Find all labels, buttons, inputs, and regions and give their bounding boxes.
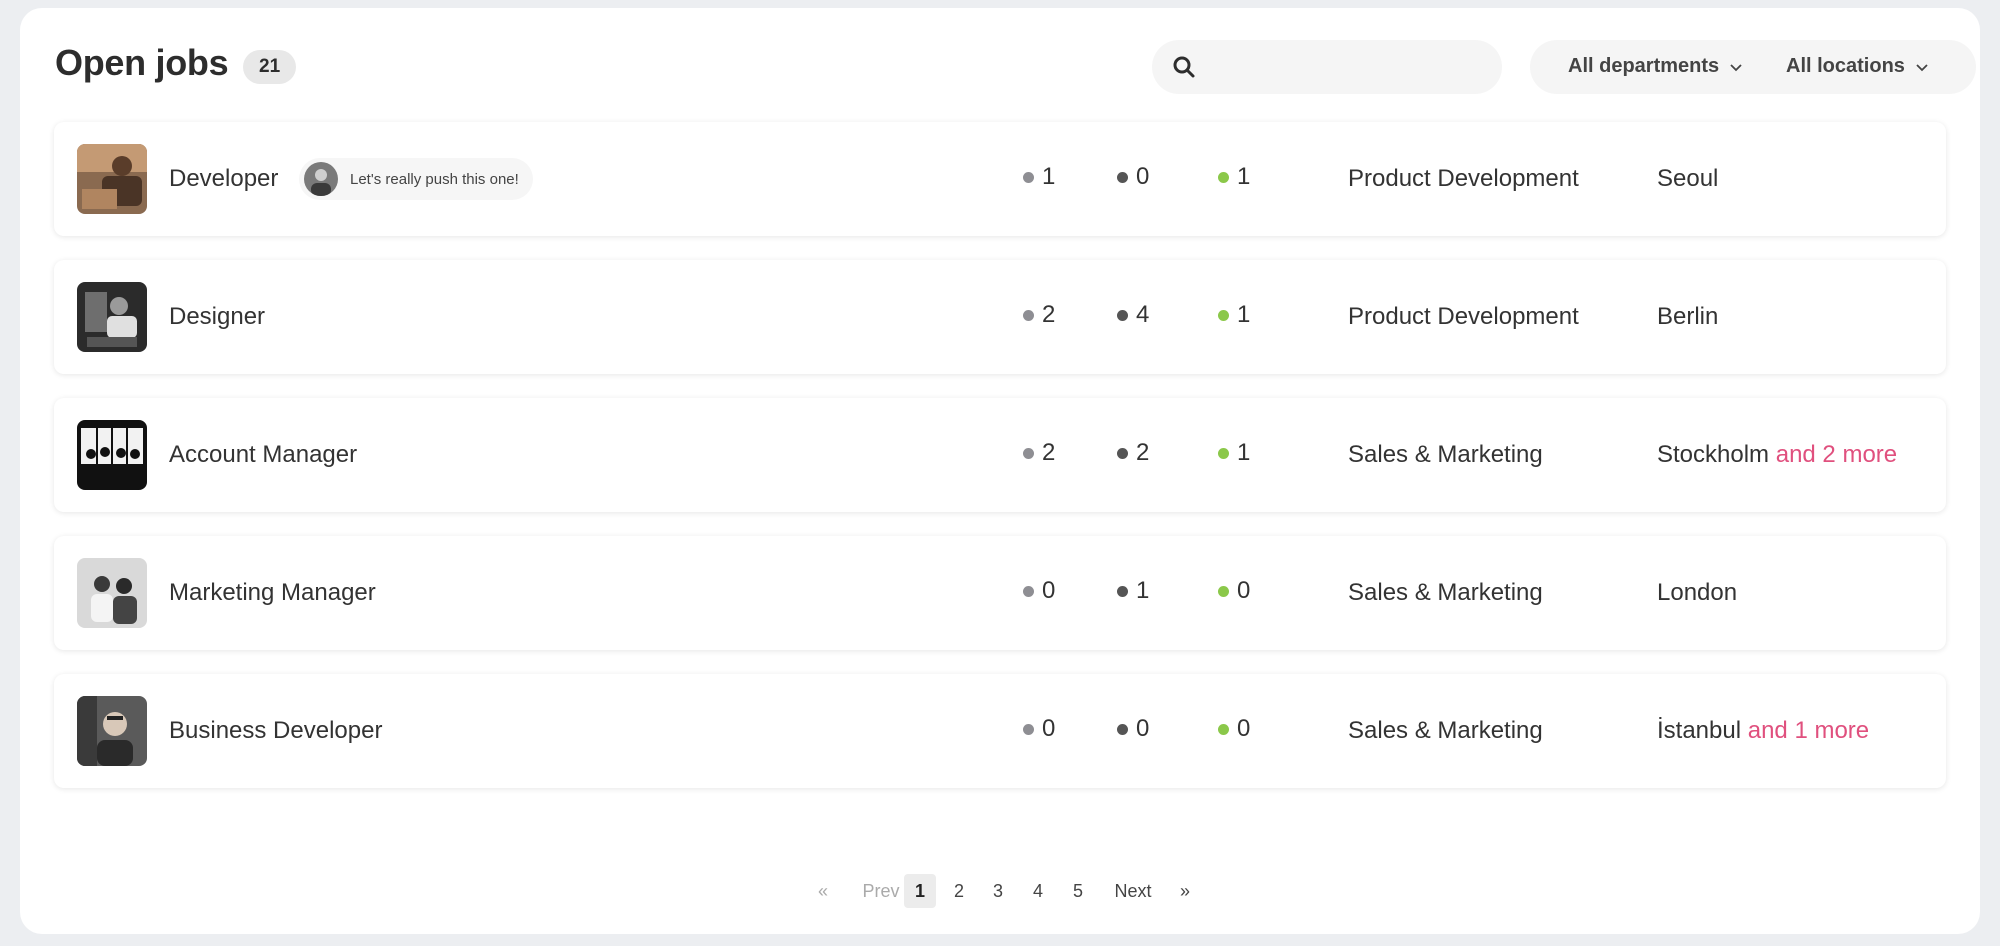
status-dot [1218, 723, 1229, 735]
chevron-down-icon [1916, 63, 1928, 71]
job-title[interactable]: Account Manager [169, 441, 357, 469]
job-department: Sales & Marketing [1348, 579, 1543, 606]
job-row[interactable]: Developer Let's really push this one! 1 … [54, 122, 1946, 236]
page-title: Open jobs [55, 42, 229, 83]
job-thumbnail [77, 144, 147, 214]
job-thumbnail [77, 558, 147, 628]
search-icon[interactable] [1172, 55, 1196, 79]
page-3-button[interactable]: 3 [982, 874, 1014, 908]
job-row[interactable]: Marketing Manager 0 1 0 Sales & Marketin… [54, 536, 1946, 650]
job-department: Product Development [1348, 303, 1579, 330]
jobs-panel: Open jobs 21 All departments All locatio… [20, 8, 1980, 934]
status-dot [1023, 171, 1034, 183]
status-dot [1023, 309, 1034, 321]
jobs-header: Open jobs 21 All departments All locatio… [55, 38, 1976, 94]
stat-dark: 2 [1117, 439, 1149, 467]
status-dot [1218, 309, 1229, 321]
status-dot [1117, 171, 1128, 183]
stat-gray: 0 [1023, 577, 1055, 605]
job-note: Let's really push this one! [299, 158, 533, 200]
chevron-down-icon [1730, 63, 1742, 71]
job-department: Product Development [1348, 165, 1579, 192]
job-title[interactable]: Designer [169, 303, 265, 331]
job-row[interactable]: Business Developer 0 0 0 Sales & Marketi… [54, 674, 1946, 788]
job-department: Sales & Marketing [1348, 717, 1543, 744]
department-filter-label: All departments [1568, 55, 1720, 77]
location-filter[interactable]: All locations [1786, 55, 1929, 78]
stat-dark: 1 [1117, 577, 1149, 605]
job-thumbnail [77, 420, 147, 490]
status-dot [1023, 447, 1034, 459]
job-location: İstanbul and 1 more [1657, 717, 1870, 744]
stat-gray: 0 [1023, 715, 1055, 743]
stat-green: 1 [1218, 301, 1250, 329]
status-dot [1117, 585, 1128, 597]
status-dot [1117, 723, 1128, 735]
status-dot [1218, 585, 1229, 597]
status-dot [1023, 723, 1034, 735]
avatar [304, 162, 338, 196]
search-input[interactable] [1212, 48, 1486, 88]
more-locations-link[interactable]: and 1 more [1748, 717, 1869, 744]
job-title[interactable]: Marketing Manager [169, 579, 376, 607]
stat-green: 0 [1218, 577, 1250, 605]
stat-dark: 0 [1117, 163, 1149, 191]
job-location: Stockholm and 2 more [1657, 441, 1898, 468]
stat-green: 0 [1218, 715, 1250, 743]
pagination: « Prev 1 2 3 4 5 Next » [20, 874, 1980, 910]
first-page-button[interactable]: « [806, 874, 840, 908]
page-1-button[interactable]: 1 [904, 874, 936, 908]
page-5-button[interactable]: 5 [1062, 874, 1094, 908]
last-page-button[interactable]: » [1168, 874, 1202, 908]
page-4-button[interactable]: 4 [1022, 874, 1054, 908]
page-2-button[interactable]: 2 [943, 874, 975, 908]
job-location: Berlin [1657, 303, 1719, 330]
filter-group: All departments All locations [1530, 40, 1976, 94]
more-locations-link[interactable]: and 2 more [1776, 441, 1897, 468]
stat-gray: 1 [1023, 163, 1055, 191]
stat-green: 1 [1218, 163, 1250, 191]
job-location: London [1657, 579, 1738, 606]
job-row[interactable]: Account Manager 2 2 1 Sales & Marketing … [54, 398, 1946, 512]
search-box [1152, 40, 1502, 94]
stat-gray: 2 [1023, 301, 1055, 329]
job-row[interactable]: Designer 2 4 1 Product Development Berli… [54, 260, 1946, 374]
note-text: Let's really push this one! [350, 170, 519, 188]
job-thumbnail [77, 696, 147, 766]
stat-dark: 0 [1117, 715, 1149, 743]
department-filter[interactable]: All departments [1568, 55, 1743, 78]
stat-dark: 4 [1117, 301, 1149, 329]
location-filter-label: All locations [1786, 55, 1905, 77]
status-dot [1117, 309, 1128, 321]
status-dot [1218, 447, 1229, 459]
status-dot [1023, 585, 1034, 597]
status-dot [1117, 447, 1128, 459]
job-location: Seoul [1657, 165, 1719, 192]
next-page-button[interactable]: Next [1104, 874, 1162, 908]
job-title[interactable]: Business Developer [169, 717, 382, 745]
stat-gray: 2 [1023, 439, 1055, 467]
job-count-badge: 21 [243, 50, 297, 84]
stat-green: 1 [1218, 439, 1250, 467]
status-dot [1218, 171, 1229, 183]
job-department: Sales & Marketing [1348, 441, 1543, 468]
job-title[interactable]: Developer [169, 165, 278, 193]
job-thumbnail [77, 282, 147, 352]
